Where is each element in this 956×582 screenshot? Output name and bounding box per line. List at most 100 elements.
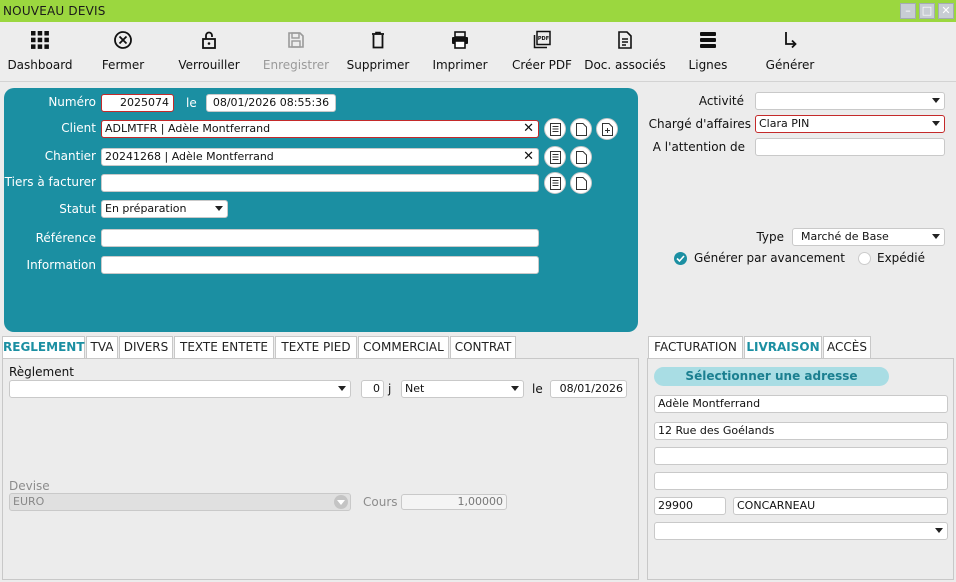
date-input[interactable]: 08/01/2026 08:55:36 <box>206 94 336 112</box>
attention-input[interactable] <box>755 138 945 156</box>
terme-value: Net <box>405 382 425 395</box>
doc-associes-button[interactable]: Doc. associés <box>584 22 666 80</box>
information-label: Information <box>26 258 96 272</box>
generer-avancement-checkbox[interactable] <box>674 252 687 265</box>
maximize-icon[interactable]: □ <box>919 3 935 19</box>
information-input[interactable] <box>101 256 539 274</box>
verrouiller-label: Verrouiller <box>178 58 240 72</box>
chevron-down-icon <box>935 528 943 533</box>
reglement-days-input[interactable]: 0 <box>361 380 384 398</box>
numero-input[interactable]: 2025074 <box>101 94 174 112</box>
chantier-list-button[interactable] <box>544 146 566 168</box>
livraison-country-select[interactable] <box>654 522 948 540</box>
charge-affaires-label: Chargé d'affaires <box>648 117 751 131</box>
verrouiller-button[interactable]: Verrouiller <box>172 22 246 80</box>
reglement-date-input[interactable]: 08/01/2026 <box>550 380 627 398</box>
chevron-down-icon <box>932 234 940 239</box>
document-open-icon <box>576 177 587 190</box>
close-circle-icon <box>114 31 132 49</box>
creer-pdf-button[interactable]: PDF Créer PDF <box>506 22 578 80</box>
document-icon <box>618 31 632 49</box>
reglement-le-label: le <box>532 382 543 396</box>
expedie-checkbox[interactable] <box>858 252 871 265</box>
client-clear-icon[interactable]: ✕ <box>523 121 534 137</box>
generer-avancement-label: Générer par avancement <box>694 251 845 265</box>
imprimer-button[interactable]: Imprimer <box>428 22 492 80</box>
chantier-input[interactable]: 20241268 | Adèle Montferrand ✕ <box>101 148 539 166</box>
livraison-postal-code-input[interactable]: 29900 <box>654 497 726 515</box>
arrow-turn-icon <box>785 32 797 49</box>
tab-acces[interactable]: ACCÈS <box>823 336 871 358</box>
imprimer-label: Imprimer <box>432 58 488 72</box>
client-add-button[interactable] <box>596 118 618 140</box>
document-open-icon <box>576 151 587 164</box>
generer-button[interactable]: Générer <box>756 22 824 80</box>
minimize-icon[interactable]: – <box>900 3 916 19</box>
livraison-panel: Sélectionner une adresse Adèle Montferra… <box>647 358 954 580</box>
client-value: ADLMTFR | Adèle Montferrand <box>105 122 271 135</box>
chevron-down-icon <box>511 386 519 391</box>
svg-text:PDF: PDF <box>538 36 549 42</box>
chevron-down-icon <box>932 121 940 126</box>
cours-input[interactable]: 1,00000 <box>401 494 507 510</box>
livraison-address3-input[interactable] <box>654 472 948 490</box>
grid-icon <box>31 31 49 49</box>
tab-tva[interactable]: TVA <box>86 336 118 358</box>
tab-facturation[interactable]: FACTURATION <box>648 336 743 358</box>
cours-label: Cours <box>363 495 398 509</box>
date-le-label: le <box>186 96 197 110</box>
numero-label: Numéro <box>48 95 96 109</box>
devise-label: Devise <box>9 479 50 493</box>
tiers-label: Tiers à facturer <box>4 175 96 189</box>
client-input[interactable]: ADLMTFR | Adèle Montferrand ✕ <box>101 120 539 138</box>
supprimer-button[interactable]: Supprimer <box>344 22 412 80</box>
close-window-icon[interactable]: ✕ <box>938 3 954 19</box>
livraison-city-input[interactable]: CONCARNEAU <box>733 497 948 515</box>
tiers-input[interactable] <box>101 174 539 192</box>
livraison-address1-input[interactable]: 12 Rue des Goélands <box>654 422 948 440</box>
reglement-panel: Règlement 0 j Net le 08/01/2026 Devise E… <box>2 358 639 580</box>
tiers-open-button[interactable] <box>570 172 592 194</box>
tab-texte-pied[interactable]: TEXTE PIED <box>275 336 357 358</box>
tab-reglement[interactable]: REGLEMENT <box>2 336 85 358</box>
lignes-button[interactable]: Lignes <box>678 22 738 80</box>
window-titlebar: NOUVEAU DEVIS – □ ✕ <box>0 0 956 22</box>
client-list-button[interactable] <box>544 118 566 140</box>
expedie-label: Expédié <box>877 251 926 265</box>
tiers-list-button[interactable] <box>544 172 566 194</box>
statut-label: Statut <box>59 202 96 216</box>
tab-livraison[interactable]: LIVRAISON <box>744 336 822 358</box>
dashboard-button[interactable]: Dashboard <box>4 22 76 80</box>
reference-input[interactable] <box>101 229 539 247</box>
chantier-clear-icon[interactable]: ✕ <box>523 149 534 165</box>
tab-texte-entete[interactable]: TEXTE ENTETE <box>174 336 274 358</box>
activite-label: Activité <box>698 94 744 108</box>
enregistrer-button[interactable]: Enregistrer <box>258 22 334 80</box>
list-icon <box>550 177 561 190</box>
statut-select[interactable]: En préparation <box>101 200 228 218</box>
devise-select[interactable]: EURO <box>9 493 351 511</box>
type-value: Marché de Base <box>801 230 889 243</box>
toolbar: Dashboard Fermer Verrouiller Enregistrer… <box>0 22 956 82</box>
fermer-button[interactable]: Fermer <box>88 22 158 80</box>
tab-commercial[interactable]: COMMERCIAL <box>358 336 449 358</box>
select-address-button[interactable]: Sélectionner une adresse <box>654 367 889 386</box>
type-select[interactable]: Marché de Base <box>792 228 945 246</box>
tab-divers[interactable]: DIVERS <box>119 336 173 358</box>
reglement-select[interactable] <box>9 380 351 398</box>
livraison-address2-input[interactable] <box>654 447 948 465</box>
client-open-button[interactable] <box>570 118 592 140</box>
chantier-label: Chantier <box>44 149 96 163</box>
chantier-open-button[interactable] <box>570 146 592 168</box>
charge-affaires-select[interactable]: Clara PIN <box>755 115 945 133</box>
activite-select[interactable] <box>755 92 945 110</box>
chevron-down-icon <box>334 495 348 509</box>
client-label: Client <box>61 121 96 135</box>
livraison-name-input[interactable]: Adèle Montferrand <box>654 395 948 413</box>
document-open-icon <box>576 123 587 136</box>
tab-contrat[interactable]: CONTRAT <box>450 336 516 358</box>
save-icon <box>288 32 304 48</box>
terme-select[interactable]: Net <box>401 380 524 398</box>
fermer-label: Fermer <box>101 58 145 72</box>
chantier-value: 20241268 | Adèle Montferrand <box>105 150 274 163</box>
